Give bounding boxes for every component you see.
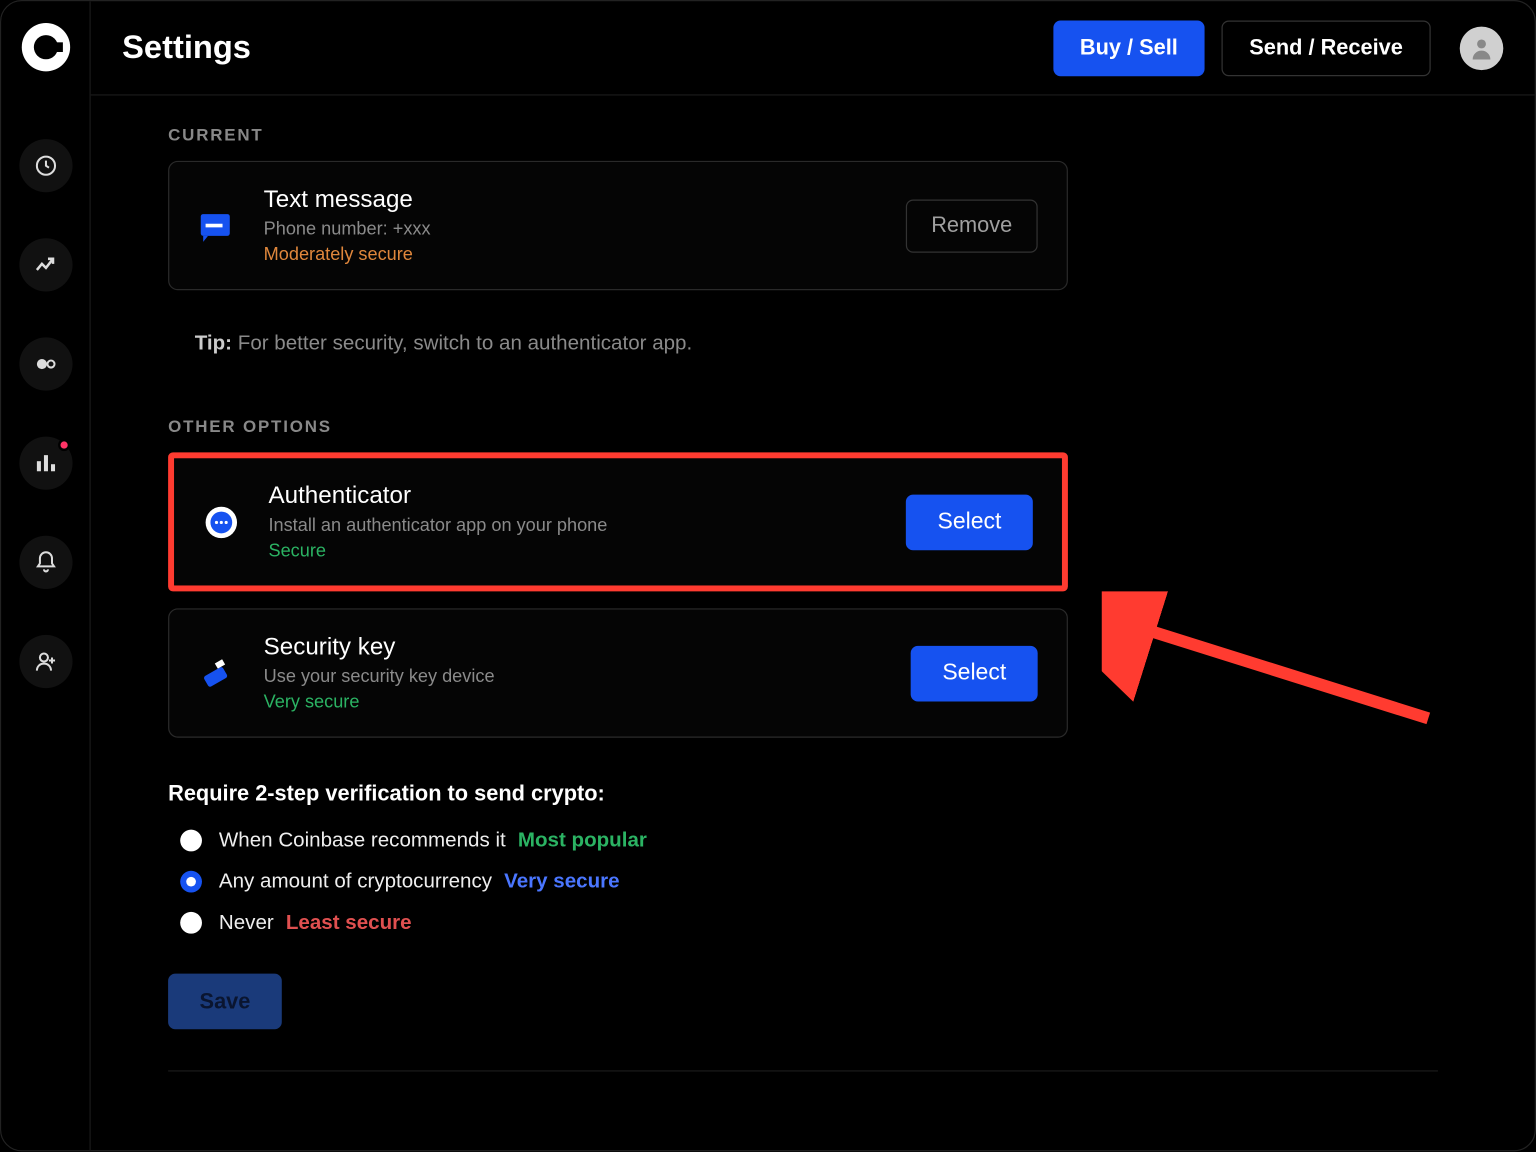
radio-never[interactable]: Never Least secure <box>180 911 1503 935</box>
current-sub: Phone number: +xxx <box>264 219 906 240</box>
nav-trending-icon[interactable] <box>19 238 72 291</box>
radio-tag: Least secure <box>286 911 412 935</box>
notification-dot-icon <box>57 439 69 451</box>
auth-title: Authenticator <box>268 483 906 511</box>
highlighted-option: Authenticator Install an authenticator a… <box>168 452 1068 591</box>
authenticator-card: Authenticator Install an authenticator a… <box>174 458 1062 585</box>
radio-recommend[interactable]: When Coinbase recommends it Most popular <box>180 828 1503 852</box>
authenticator-icon <box>203 504 239 540</box>
divider <box>168 1070 1438 1071</box>
page-title: Settings <box>122 29 251 66</box>
security-key-icon <box>198 655 234 691</box>
current-title: Text message <box>264 186 906 214</box>
security-key-card: Security key Use your security key devic… <box>168 608 1068 737</box>
tip-label: Tip: <box>195 331 232 354</box>
auth-select-button[interactable]: Select <box>906 494 1033 550</box>
key-title: Security key <box>264 634 911 662</box>
sidebar <box>1 1 90 1150</box>
nav-explore-icon[interactable] <box>19 337 72 390</box>
nav-home-icon[interactable] <box>19 139 72 192</box>
nav-bell-icon[interactable] <box>19 536 72 589</box>
radio-tag: Most popular <box>518 828 647 852</box>
radio-icon <box>180 912 202 934</box>
nav-invite-icon[interactable] <box>19 635 72 688</box>
radio-icon <box>180 871 202 893</box>
auth-sub: Install an authenticator app on your pho… <box>268 515 906 536</box>
logo-icon[interactable] <box>21 23 69 71</box>
tip-body: For better security, switch to an authen… <box>238 331 692 354</box>
current-method-card: Text message Phone number: +xxx Moderate… <box>168 161 1068 290</box>
avatar[interactable] <box>1460 26 1504 70</box>
key-badge: Very secure <box>264 692 911 713</box>
radio-any-amount[interactable]: Any amount of cryptocurrency Very secure <box>180 870 1503 894</box>
verify-title: Require 2-step verification to send cryp… <box>168 781 1503 806</box>
auth-badge: Secure <box>268 541 906 562</box>
remove-button[interactable]: Remove <box>906 199 1038 252</box>
content: CURRENT Text message Phone number: +xxx … <box>91 96 1535 1151</box>
radio-icon <box>180 830 202 852</box>
radio-label: Any amount of cryptocurrency <box>219 870 492 894</box>
buy-sell-button[interactable]: Buy / Sell <box>1053 20 1204 76</box>
other-section-label: OTHER OPTIONS <box>168 416 1503 435</box>
radio-label: Never <box>219 911 274 935</box>
tip-text: Tip: For better security, switch to an a… <box>195 331 1504 355</box>
nav-dashboard-icon[interactable] <box>19 437 72 490</box>
key-sub: Use your security key device <box>264 666 911 687</box>
sms-icon <box>198 207 234 243</box>
radio-label: When Coinbase recommends it <box>219 828 506 852</box>
send-receive-button[interactable]: Send / Receive <box>1221 20 1430 76</box>
current-section-label: CURRENT <box>168 125 1503 144</box>
current-badge: Moderately secure <box>264 244 906 265</box>
topbar: Settings Buy / Sell Send / Receive <box>91 1 1535 95</box>
radio-tag: Very secure <box>504 870 619 894</box>
save-button[interactable]: Save <box>168 974 282 1030</box>
key-select-button[interactable]: Select <box>911 645 1038 701</box>
